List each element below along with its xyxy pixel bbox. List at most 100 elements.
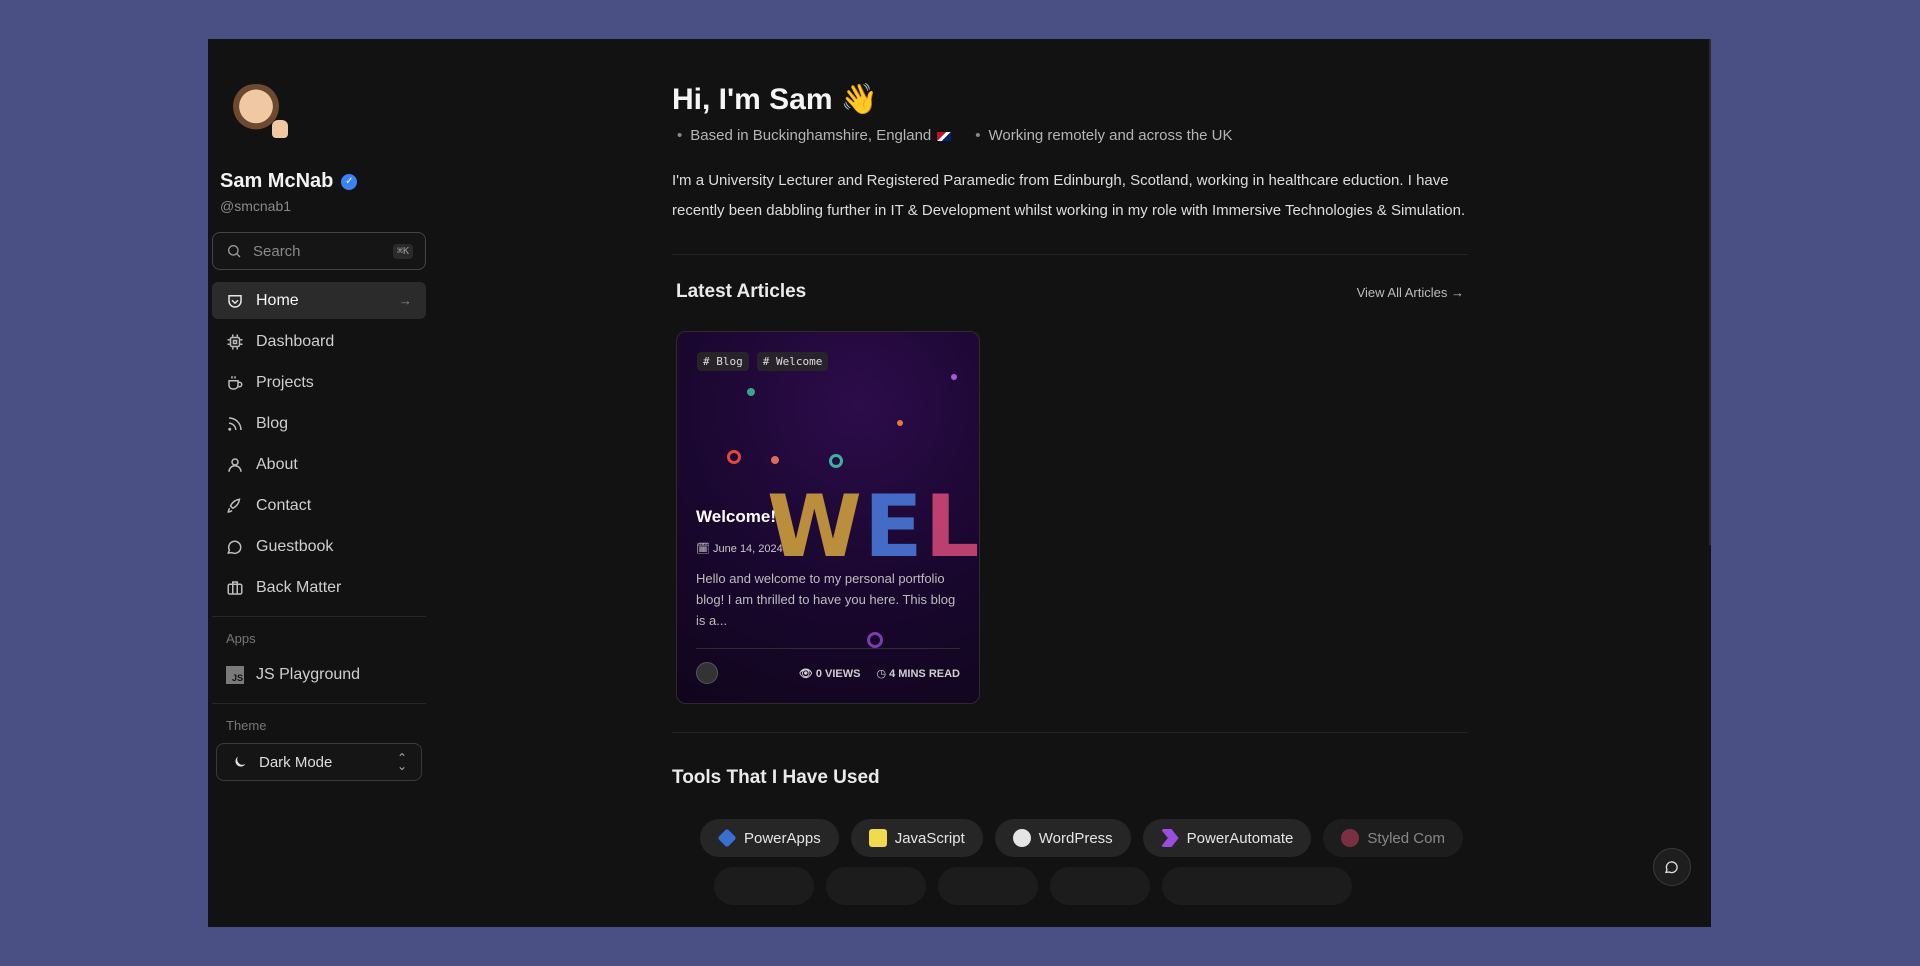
author-avatar <box>696 662 718 684</box>
powerapps-icon <box>717 828 737 848</box>
theme-value: Dark Mode <box>259 753 333 771</box>
chat-icon <box>226 538 244 556</box>
article-card[interactable]: WELC # Blog # Welcome Welcome! 🗓 June 14… <box>676 331 980 704</box>
tool-chip[interactable] <box>938 867 1038 905</box>
cup-icon <box>226 374 244 392</box>
profile-handle: @smcnab1 <box>220 198 292 214</box>
view-all-articles-link[interactable]: View All Articles → <box>1357 285 1464 300</box>
nav-item-js-playground[interactable]: JS JS Playground <box>212 656 426 693</box>
search-placeholder: Search <box>253 242 301 260</box>
nav-label: Home <box>256 291 299 309</box>
wordpress-icon <box>1012 829 1031 847</box>
nav-label: Dashboard <box>256 332 335 350</box>
moon-icon <box>231 753 249 771</box>
confetti-dot <box>747 388 755 396</box>
nav-item-back-matter[interactable]: Back Matter <box>212 569 426 606</box>
eye-icon: 👁 <box>798 667 816 680</box>
rocket-icon <box>226 497 244 515</box>
nav-item-projects[interactable]: Projects <box>212 364 426 401</box>
scrollbar[interactable] <box>1709 39 1711 545</box>
nav-item-contact[interactable]: Contact <box>212 487 426 524</box>
main-nav: Home → Dashboard Projects Blog About Con… <box>212 282 426 606</box>
theme-select[interactable]: Dark Mode ⌃ ⌄ <box>216 743 422 781</box>
clock-icon: ◷ <box>876 667 890 680</box>
sidebar: Sam McNab ✓ @smcnab1 Search ⌘K Home → Da… <box>212 42 426 781</box>
verified-icon: ✓ <box>341 173 358 190</box>
tool-chip-styled-components[interactable]: Styled Com <box>1323 819 1463 857</box>
remote-text: Working remotely and across the UK <box>975 127 1233 144</box>
thumbs-up-icon <box>272 120 288 138</box>
nav-label: Guestbook <box>256 537 334 555</box>
chip-icon <box>226 333 244 351</box>
bio-text: I'm a University Lecturer and Registered… <box>672 172 1466 219</box>
nav-label: Back Matter <box>256 578 342 596</box>
tools-row-2 <box>672 867 1468 905</box>
article-footer: 👁 0 VIEWS ◷ 4 MINS READ <box>696 662 960 684</box>
tool-chip-powerapps[interactable]: PowerApps <box>700 819 839 857</box>
divider <box>212 703 426 704</box>
nav-item-home[interactable]: Home → <box>212 282 426 319</box>
tool-chip[interactable] <box>714 867 814 905</box>
tag-welcome[interactable]: # Welcome <box>756 352 829 371</box>
confetti-dot <box>771 456 779 464</box>
views-count: 👁 0 VIEWS <box>798 667 861 680</box>
confetti-ring <box>727 450 741 464</box>
profile-name-row: Sam McNab ✓ <box>220 170 426 193</box>
briefcase-icon <box>226 579 244 597</box>
nav-item-guestbook[interactable]: Guestbook <box>212 528 426 565</box>
article-excerpt: Hello and welcome to my personal portfol… <box>696 571 956 628</box>
nav-item-dashboard[interactable]: Dashboard <box>212 323 426 360</box>
divider <box>672 254 1468 255</box>
nav-label: Blog <box>256 414 289 432</box>
article-tags: # Blog # Welcome <box>697 352 829 371</box>
confetti-dot <box>951 374 957 380</box>
styled-components-icon <box>1341 829 1360 847</box>
user-icon <box>226 456 244 474</box>
articles-header: Latest Articles View All Articles → <box>672 281 1468 303</box>
nav-label: JS Playground <box>256 665 361 683</box>
articles-title: Latest Articles <box>676 281 807 302</box>
search-icon <box>225 242 243 260</box>
uk-flag-icon <box>937 131 952 141</box>
article-date: 🗓 June 14, 2024 <box>696 543 783 555</box>
tool-chip-javascript[interactable]: JavaScript <box>850 819 983 857</box>
divider <box>212 616 426 617</box>
divider <box>672 732 1468 733</box>
search-input[interactable]: Search ⌘K <box>212 232 426 270</box>
home-icon <box>226 292 244 310</box>
location-text: Based in Buckinghamshire, England <box>677 127 952 144</box>
tool-chip-wordpress[interactable]: WordPress <box>994 819 1131 857</box>
page-title: Hi, I'm Sam 👋 <box>672 83 879 116</box>
tag-blog[interactable]: # Blog <box>697 352 749 371</box>
tools-title: Tools That I Have Used <box>672 767 880 788</box>
javascript-icon <box>868 829 887 847</box>
tool-chip[interactable] <box>1050 867 1150 905</box>
confetti-ring <box>829 454 843 468</box>
search-shortcut: ⌘K <box>392 243 413 259</box>
tool-chip[interactable] <box>826 867 926 905</box>
nav-label: About <box>256 455 298 473</box>
rss-icon <box>226 415 244 433</box>
read-time: ◷ 4 MINS READ <box>876 667 960 680</box>
avatar[interactable] <box>228 84 288 140</box>
tool-chip[interactable] <box>1162 867 1352 905</box>
powerautomate-icon <box>1160 829 1179 847</box>
js-icon: JS <box>226 665 244 684</box>
nav-label: Contact <box>256 496 312 514</box>
chat-icon <box>1664 861 1678 874</box>
arrow-right-icon: → <box>399 293 412 308</box>
hero-meta: Based in Buckinghamshire, England Workin… <box>672 127 1468 144</box>
confetti-ring <box>867 632 883 648</box>
tools-row: PowerApps JavaScript WordPress PowerAuto… <box>672 819 1468 857</box>
main-content: Hi, I'm Sam 👋 Based in Buckinghamshire, … <box>672 42 1468 905</box>
chat-button[interactable] <box>1653 848 1691 886</box>
confetti-dot <box>897 420 903 426</box>
profile-name: Sam McNab <box>220 170 334 192</box>
chevron-up-down-icon: ⌃ ⌄ <box>396 751 407 773</box>
article-stats: 👁 0 VIEWS ◷ 4 MINS READ <box>799 667 960 680</box>
apps-label: Apps <box>226 631 256 646</box>
nav-item-about[interactable]: About <box>212 446 426 483</box>
nav-item-blog[interactable]: Blog <box>212 405 426 442</box>
tool-chip-powerautomate[interactable]: PowerAutomate <box>1142 819 1312 857</box>
article-cover-text: WELC <box>767 477 980 577</box>
